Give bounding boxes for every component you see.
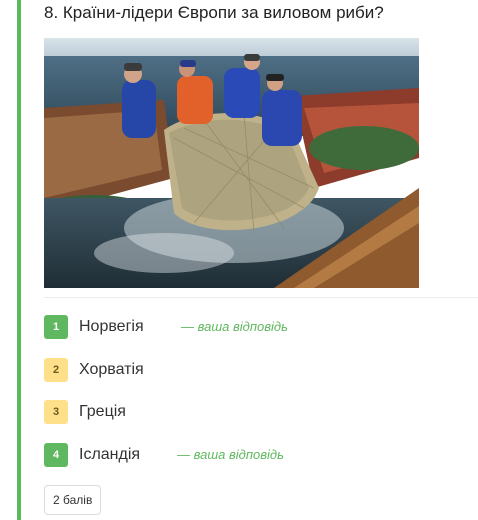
question-photo (44, 38, 419, 288)
answer-option-1[interactable]: 1 Норвегія (44, 314, 144, 340)
answer-option-3[interactable]: 3 Греція (44, 399, 126, 425)
your-answer-note: — ваша відповідь (181, 319, 288, 334)
divider (44, 297, 478, 298)
answer-number-badge: 2 (44, 358, 68, 382)
answer-label: Норвегія (79, 318, 144, 335)
answer-label: Хорватія (79, 361, 144, 378)
your-answer-note: — ваша відповідь (177, 447, 284, 462)
answer-option-4[interactable]: 4 Ісландія (44, 442, 140, 468)
answer-label: Греція (79, 403, 126, 420)
answer-label: Ісландія (79, 446, 141, 463)
question-title: 8. Країни-лідери Європи за виловом риби? (44, 3, 384, 22)
question-card: 8. Країни-лідери Європи за виловом риби? (0, 0, 478, 520)
points-badge: 2 балів (44, 485, 102, 515)
answer-number-badge: 1 (44, 315, 68, 339)
answer-number-badge: 3 (44, 400, 68, 424)
answer-option-2[interactable]: 2 Хорватія (44, 357, 144, 383)
answer-number-badge: 4 (44, 443, 68, 467)
accent-bar (17, 0, 21, 520)
